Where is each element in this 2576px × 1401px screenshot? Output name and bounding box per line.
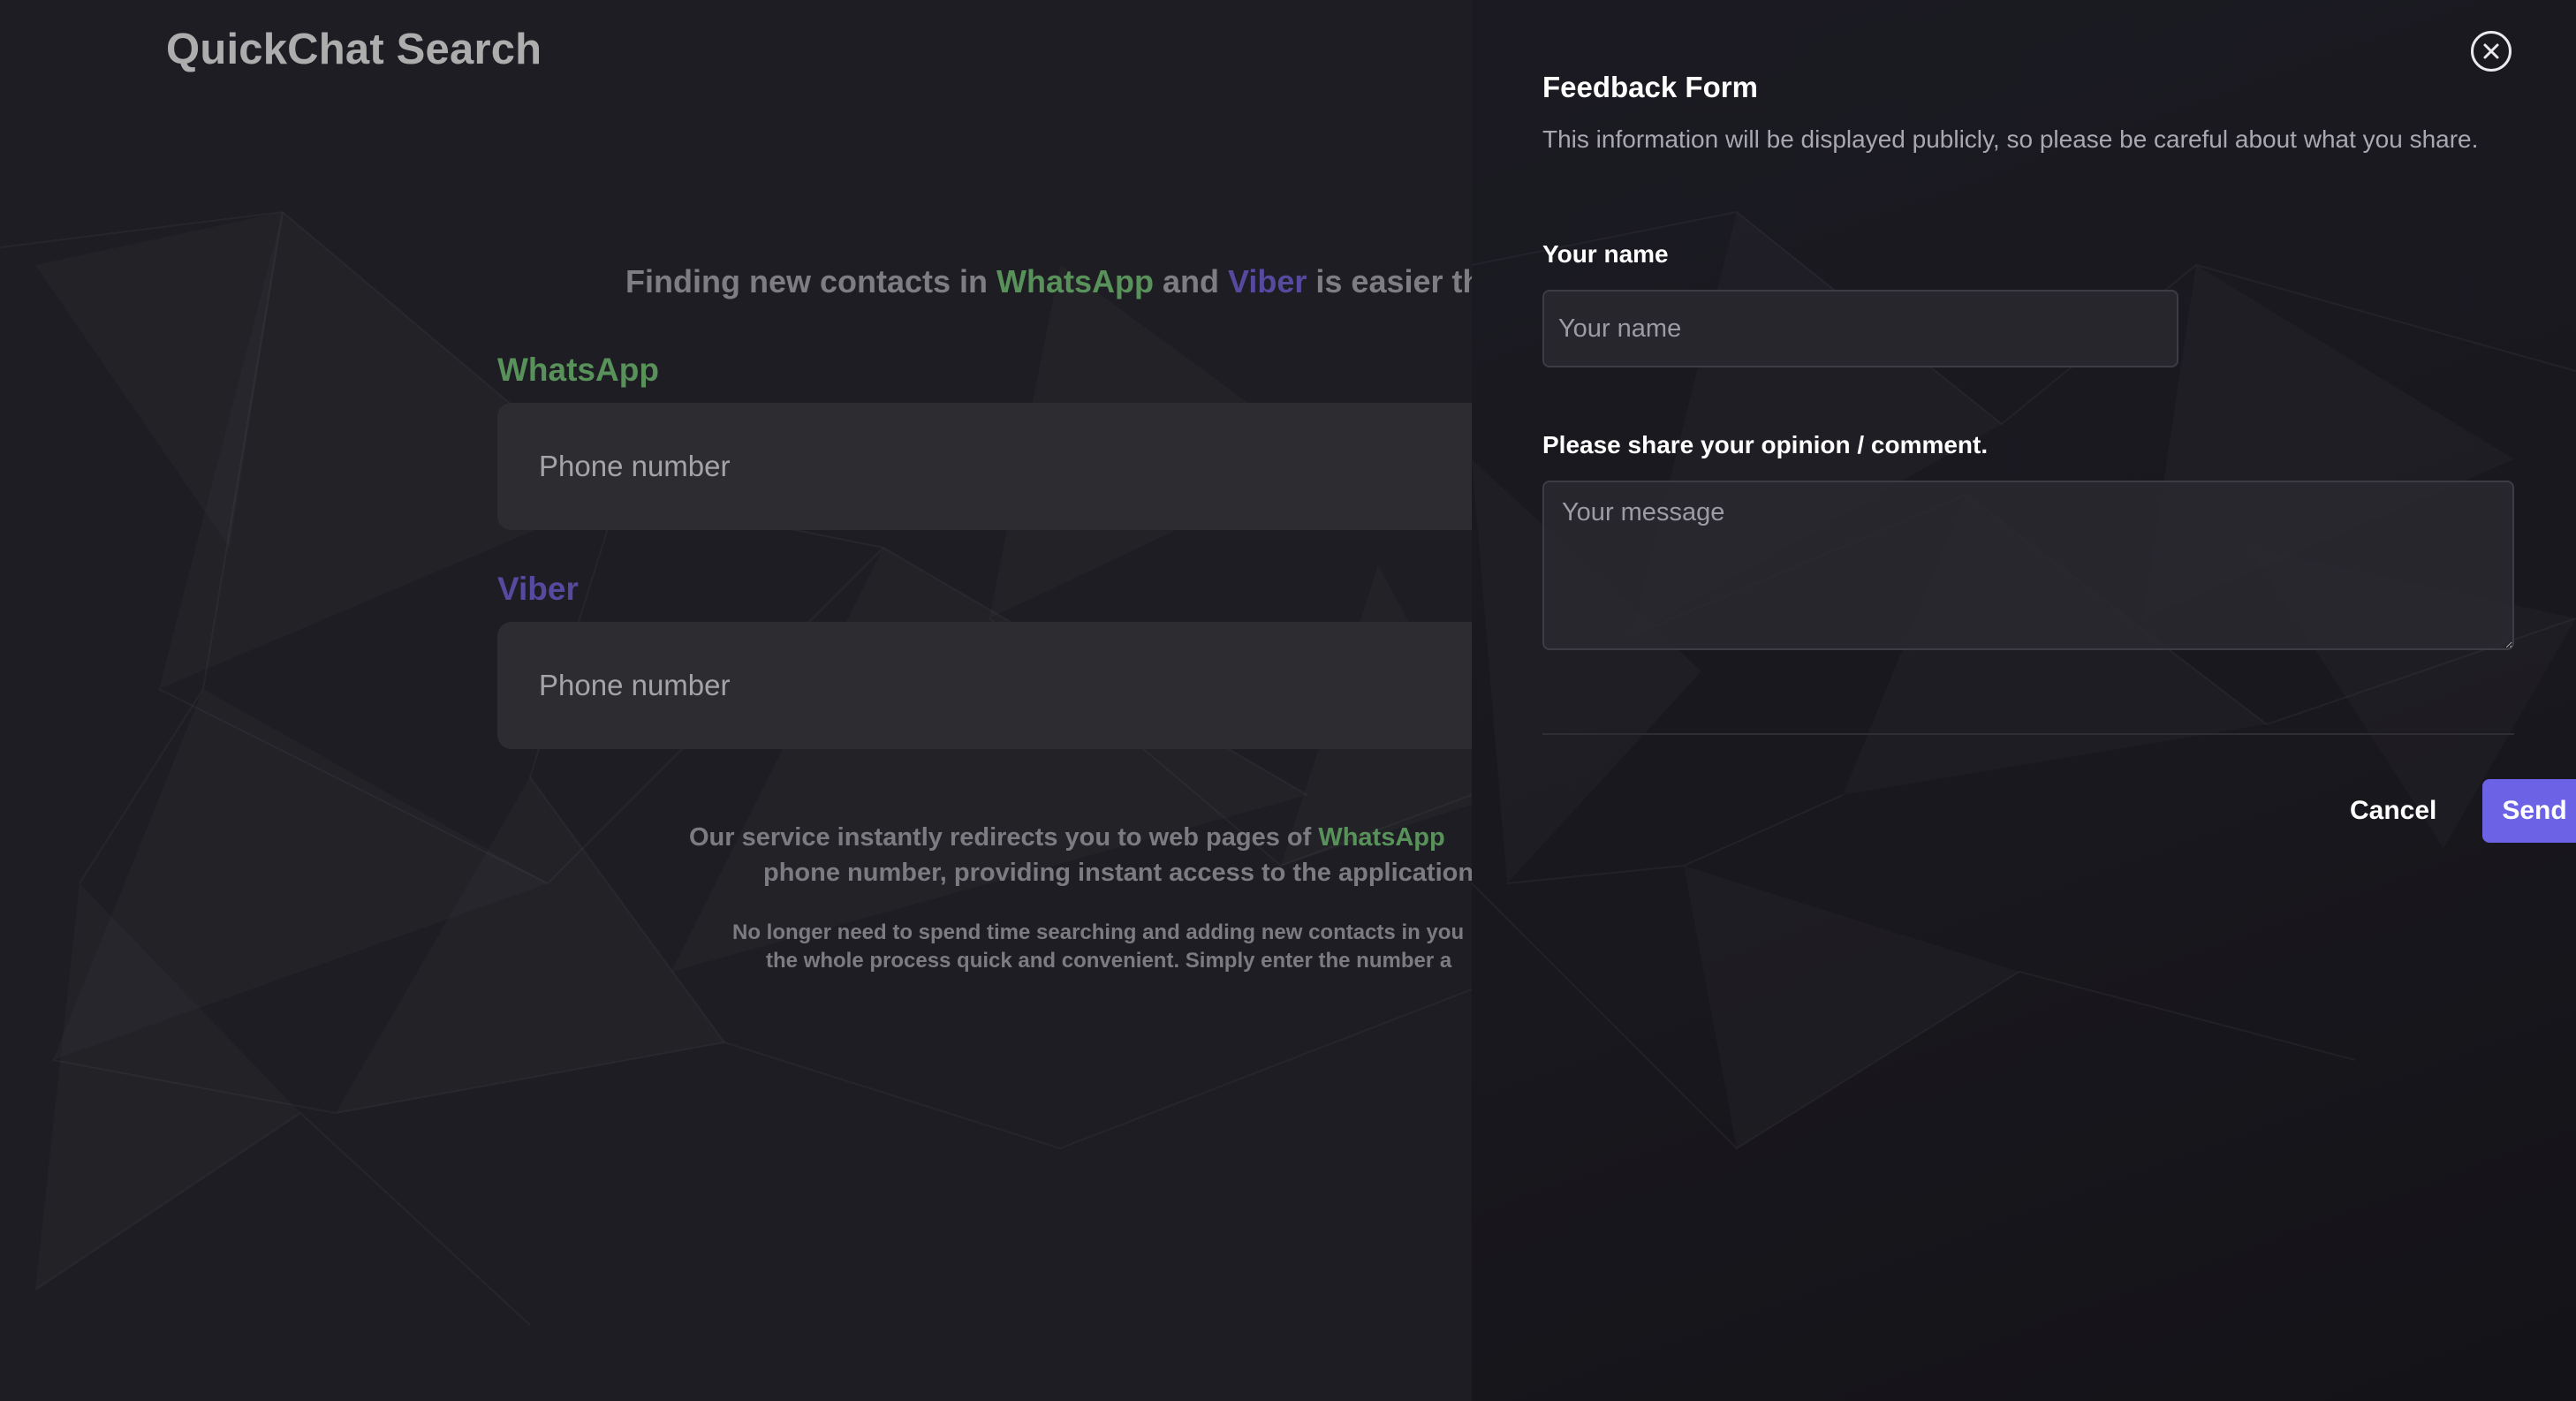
form-title: Feedback Form (1542, 71, 1758, 103)
close-circle-icon (2483, 43, 2499, 59)
feedback-form: Feedback Form This information will be d… (1542, 0, 2576, 1401)
name-label: Your name (1542, 240, 1669, 268)
close-button[interactable] (2471, 31, 2512, 72)
form-divider (1542, 733, 2514, 735)
message-field[interactable] (1542, 481, 2514, 650)
message-label: Please share your opinion / comment. (1542, 431, 1989, 458)
app-window: QuickChat Search Finding new contacts in… (0, 0, 2576, 1401)
send-button[interactable]: Send (2482, 779, 2576, 843)
feedback-drawer: Feedback Form This information will be d… (1472, 0, 2576, 1401)
name-field[interactable] (1542, 290, 2178, 367)
cancel-button[interactable]: Cancel (2332, 779, 2454, 843)
form-subtitle: This information will be displayed publi… (1542, 125, 2479, 153)
